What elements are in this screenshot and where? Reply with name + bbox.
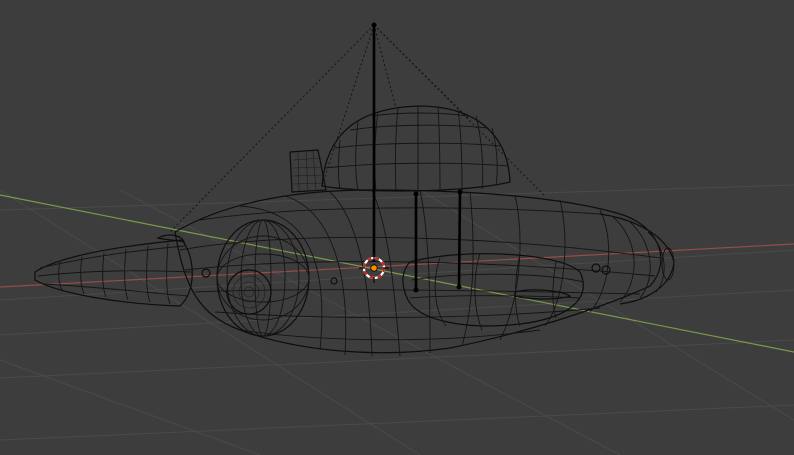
rig-bones[interactable] bbox=[371, 22, 463, 293]
3d-viewport[interactable] bbox=[0, 0, 794, 455]
nose-cone bbox=[34, 234, 193, 307]
viewport-canvas[interactable] bbox=[0, 0, 794, 455]
left-engine bbox=[216, 219, 310, 337]
object-origin-icon bbox=[370, 264, 378, 272]
hull-rivets bbox=[201, 268, 338, 285]
rear-cap bbox=[591, 213, 675, 305]
dome bbox=[321, 105, 511, 193]
tail-fin bbox=[289, 149, 327, 193]
